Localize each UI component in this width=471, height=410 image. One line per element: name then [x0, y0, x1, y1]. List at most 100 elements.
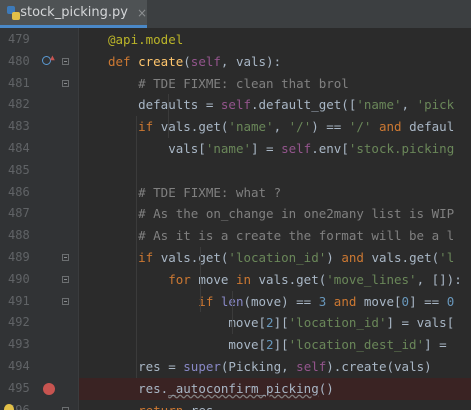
- code-text: # As it is a create the format will be a…: [108, 225, 454, 247]
- code-token: ][: [273, 337, 289, 353]
- code-line[interactable]: if vals.get('location_id') and vals.get(…: [79, 247, 471, 269]
- code-token: # TDE FIXME: clean that brol: [108, 75, 349, 91]
- indent-guide: [232, 290, 233, 335]
- code-token: vals.get(: [160, 119, 229, 135]
- code-line[interactable]: move[2]['location_id'] = vals[: [79, 312, 471, 334]
- code-text: vals['name'] = self.env['stock.picking: [108, 138, 454, 160]
- code-text: for move in vals.get('move_lines', []):: [108, 269, 462, 291]
- indent-guide: [168, 94, 169, 138]
- line-number-486[interactable]: 486: [0, 182, 78, 204]
- line-number-479[interactable]: 479: [0, 29, 78, 51]
- code-token: for: [108, 271, 199, 287]
- code-token: if: [108, 250, 161, 265]
- code-token: 'location_id': [228, 250, 327, 265]
- code-token: vals.get(: [258, 271, 327, 287]
- code-line[interactable]: res._autoconfirm_picking(): [79, 377, 471, 400]
- breakpoint-icon[interactable]: [43, 382, 55, 395]
- code-token: self: [296, 359, 327, 374]
- fold-marker-icon[interactable]: [62, 406, 69, 410]
- code-token: res.: [108, 380, 169, 396]
- code-line[interactable]: move[2]['location_dest_id'] =: [79, 334, 471, 356]
- code-text: defaults = self.default_get(['name', 'pi…: [108, 94, 454, 116]
- fold-marker-icon[interactable]: [62, 57, 69, 65]
- line-number-493[interactable]: 493: [0, 334, 78, 356]
- code-token: ) ==: [311, 119, 349, 135]
- code-line[interactable]: [79, 160, 471, 182]
- indent-guide: [136, 116, 137, 378]
- line-number-491[interactable]: 491: [0, 291, 78, 313]
- line-number-text: 481: [8, 75, 30, 90]
- tab-stock-picking[interactable]: stock_picking.py ×: [0, 0, 147, 28]
- fold-marker-icon[interactable]: [62, 254, 69, 261]
- code-token: (Picking,: [220, 359, 297, 374]
- code-token: ,: [401, 97, 417, 113]
- gutter[interactable]: 479 480 ▲ 481 482 483 484 485 486 487 488 489 490 491…: [0, 28, 78, 410]
- code-token: ): [326, 250, 342, 265]
- line-number-text: 483: [8, 119, 30, 134]
- code-line[interactable]: vals['name'] = self.env['stock.picking: [79, 138, 471, 160]
- fold-marker-icon[interactable]: [62, 297, 69, 305]
- code-token: 'l: [439, 250, 455, 265]
- line-number-483[interactable]: 483: [0, 116, 78, 138]
- line-number-text: 492: [8, 315, 30, 330]
- code-editor[interactable]: 479 480 ▲ 481 482 483 484 485 486 487 488 489 490 491…: [0, 28, 471, 410]
- line-number-text: 479: [8, 32, 30, 46]
- code-text: @api.model: [108, 29, 183, 51]
- code-text: def create(self, vals):: [108, 51, 281, 73]
- code-token: 'move_lines': [326, 271, 417, 287]
- fold-marker-icon[interactable]: [62, 275, 69, 283]
- line-number-495[interactable]: 495: [0, 378, 78, 400]
- code-line[interactable]: if len(move) == 3 and move[0] == 0: [79, 291, 471, 313]
- code-text: if vals.get('location_id') and vals.get(…: [108, 247, 454, 269]
- code-line[interactable]: # As it is a create the format will be a…: [79, 225, 471, 247]
- code-line[interactable]: defaults = self.default_get(['name', 'pi…: [79, 94, 471, 116]
- code-token: 'pick: [416, 97, 455, 113]
- line-number-492[interactable]: 492: [0, 312, 78, 334]
- line-number-482[interactable]: 482: [0, 94, 78, 116]
- code-line[interactable]: for move in vals.get('move_lines', []):: [79, 269, 471, 291]
- code-token: 'name': [228, 119, 274, 135]
- code-text: # TDE FIXME: clean that brol: [108, 73, 349, 95]
- code-token: (): [318, 380, 334, 396]
- line-number-text: 484: [8, 141, 30, 155]
- line-number-489[interactable]: 489: [0, 247, 78, 269]
- code-token: '/': [288, 119, 312, 135]
- line-number-text: 485: [8, 162, 30, 177]
- line-number-487[interactable]: 487: [0, 203, 78, 225]
- python-file-icon: [7, 5, 20, 20]
- code-token: self: [281, 141, 312, 156]
- code-token: vals.get(: [371, 250, 440, 265]
- code-token: 2: [266, 315, 274, 331]
- code-token: in: [235, 271, 259, 287]
- code-line[interactable]: # TDE FIXME: what ?: [79, 182, 471, 204]
- code-line[interactable]: @api.model: [79, 29, 471, 51]
- line-number-481[interactable]: 481: [0, 73, 78, 95]
- code-line[interactable]: # TDE FIXME: clean that brol: [79, 73, 471, 95]
- code-token: and: [371, 119, 410, 135]
- code-line[interactable]: return res: [4, 400, 471, 410]
- close-icon[interactable]: ×: [137, 6, 147, 20]
- code-line[interactable]: # As the on_change in one2many list is W…: [79, 203, 471, 225]
- line-number-490[interactable]: 490: [0, 269, 78, 291]
- code-token: 0: [446, 293, 455, 309]
- line-number-494[interactable]: 494: [0, 356, 78, 378]
- code-token: .default_get([: [251, 97, 357, 113]
- code-line[interactable]: def create(self, vals):: [79, 51, 471, 73]
- line-number-488[interactable]: 488: [0, 225, 78, 247]
- code-line[interactable]: res = super(Picking, self).create(vals): [79, 356, 471, 378]
- code-token: and: [326, 293, 364, 309]
- code-token: , []):: [416, 271, 462, 287]
- line-number-text: 493: [8, 337, 30, 352]
- override-arrow-icon: ▲: [50, 52, 55, 62]
- line-number-485[interactable]: 485: [0, 160, 78, 182]
- code-token: and: [341, 250, 372, 265]
- code-token: self: [190, 53, 221, 69]
- code-token: vals.get(: [160, 250, 229, 265]
- code-text: if vals.get('name', '/') == '/' and defa…: [108, 116, 454, 138]
- code-token: ).create(vals): [326, 359, 432, 374]
- fold-marker-icon[interactable]: [62, 79, 69, 87]
- line-number-480[interactable]: 480 ▲: [0, 51, 78, 73]
- code-line[interactable]: if vals.get('name', '/') == '/' and defa…: [79, 116, 471, 138]
- line-number-484[interactable]: 484: [0, 138, 78, 160]
- line-number-text: 486: [8, 184, 30, 199]
